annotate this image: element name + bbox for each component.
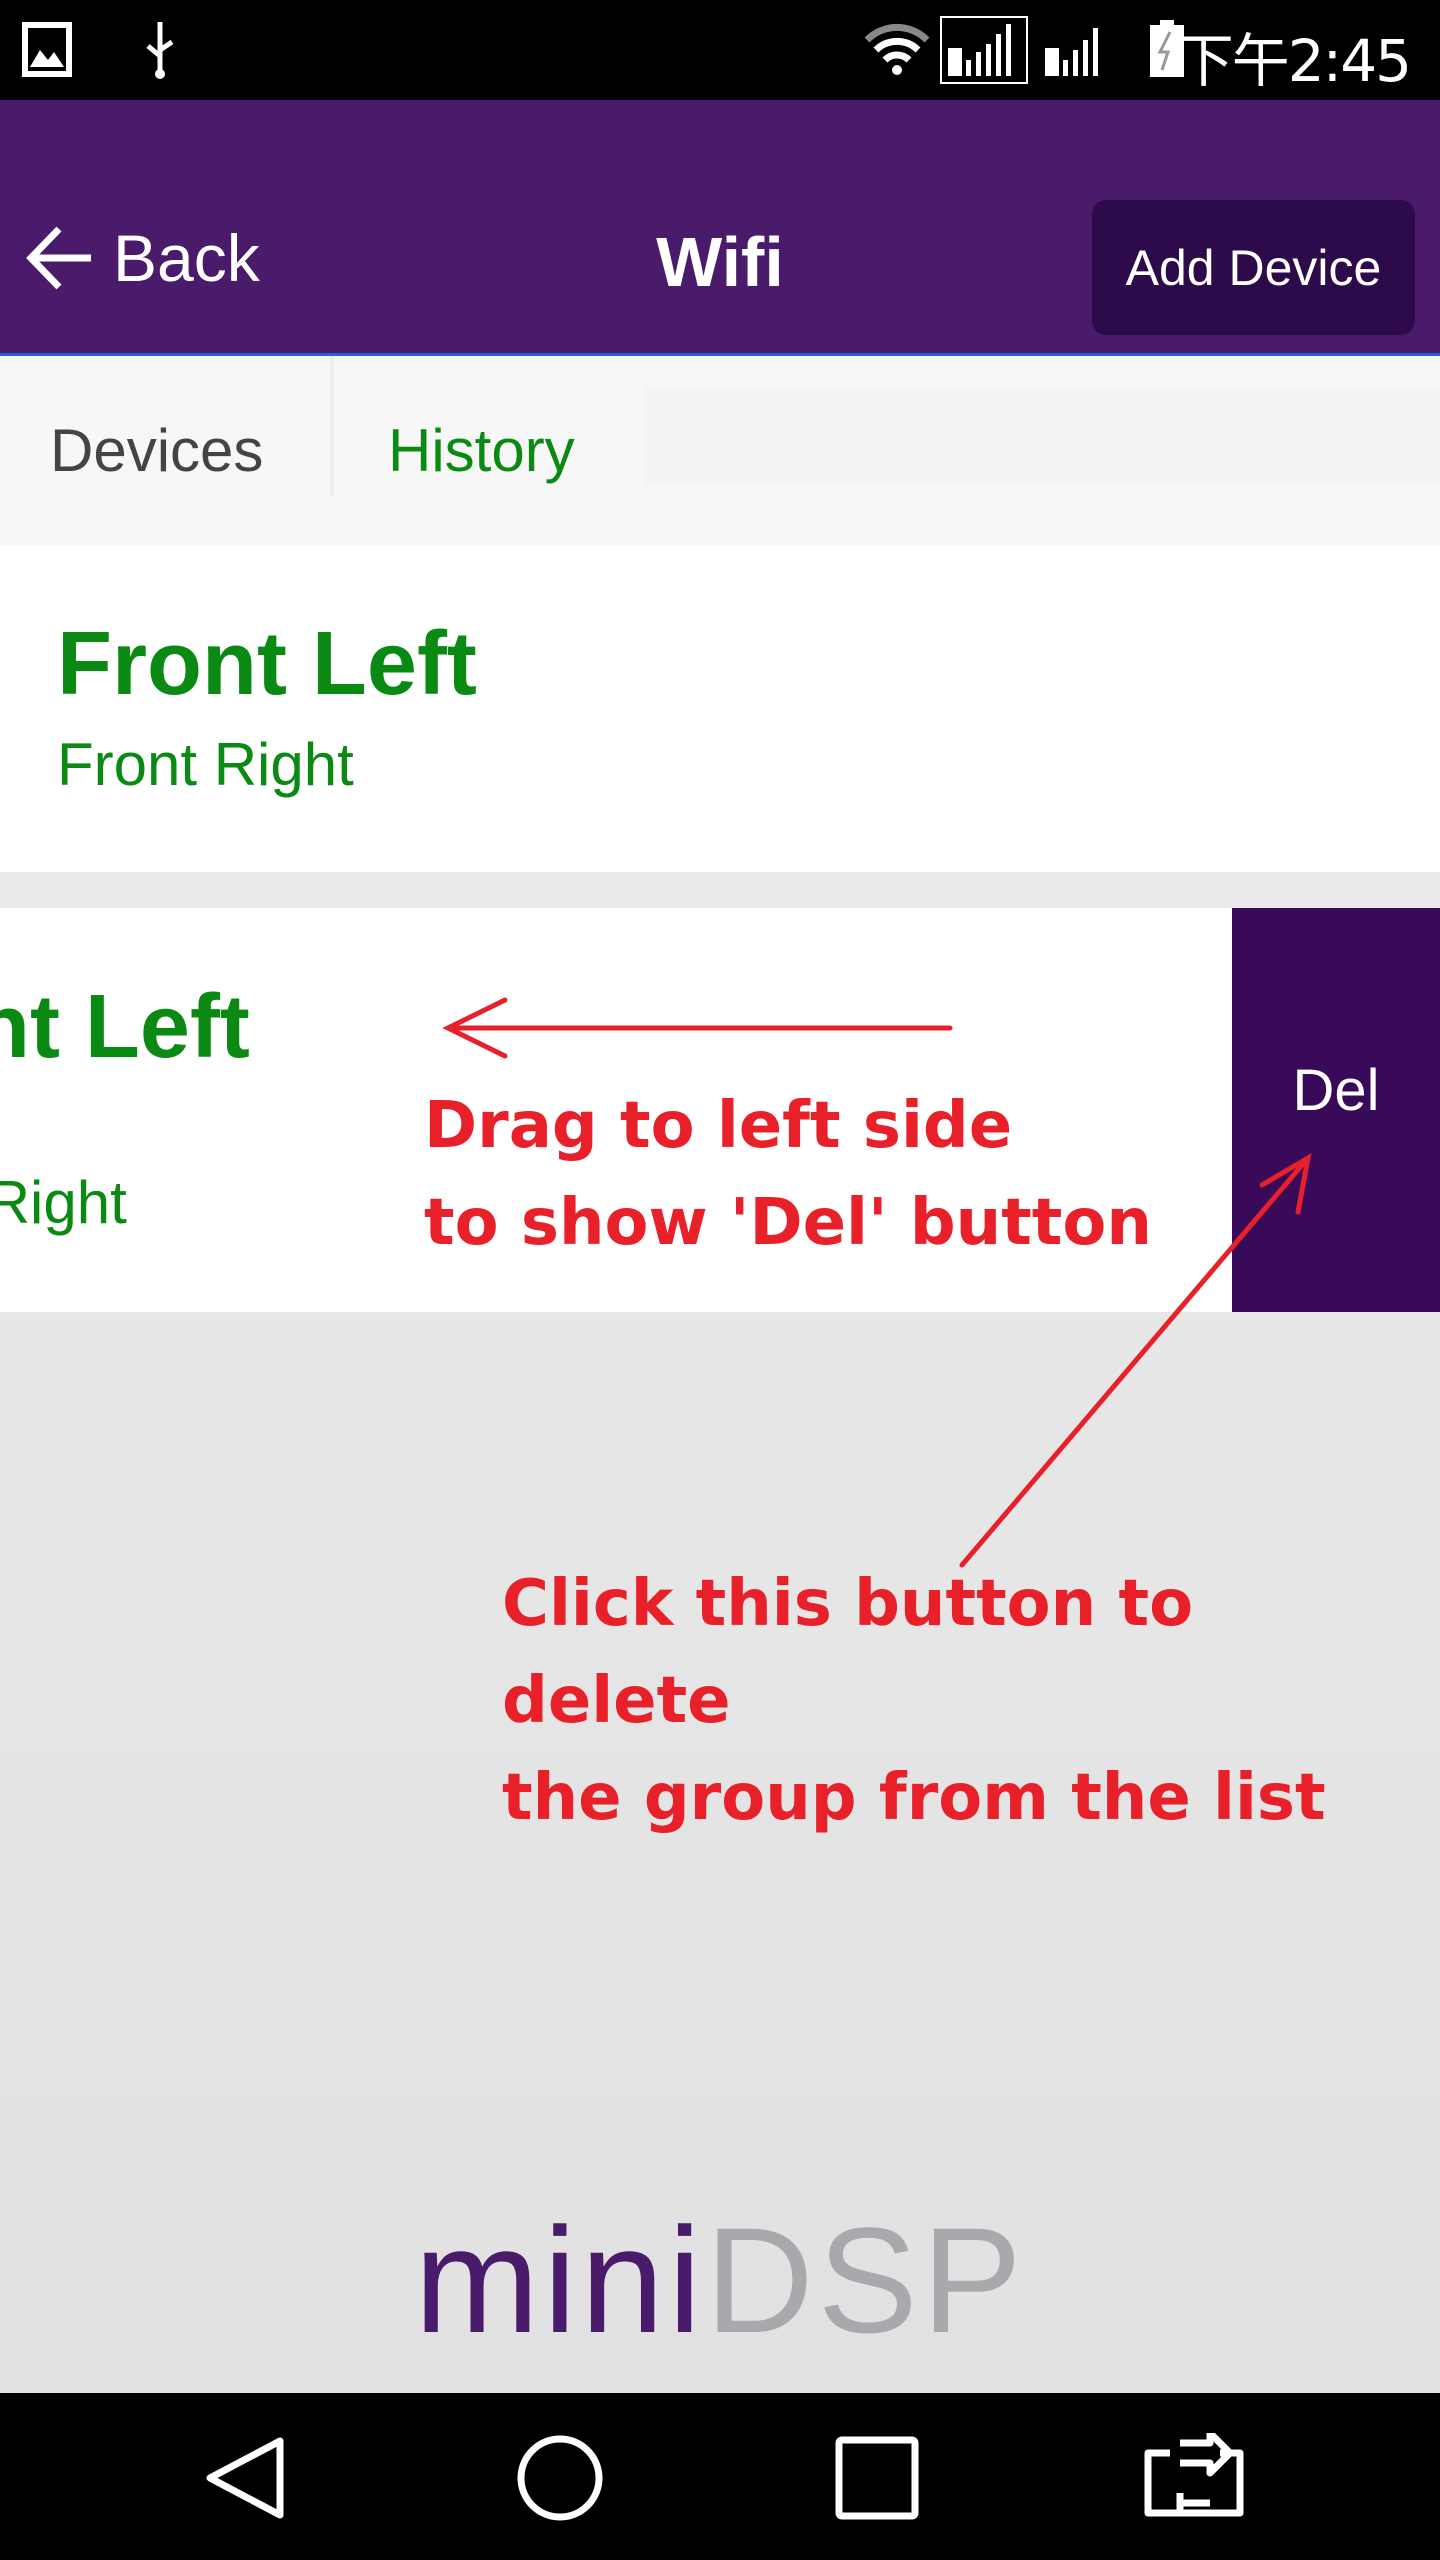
switch-icon[interactable] [1140,2433,1250,2523]
annotation-line: to show 'Del' button [424,1186,1152,1260]
annotation-drag: Drag to left side to show 'Del' button [424,1078,1152,1272]
annotation-click: Click this button to delete the group fr… [502,1556,1440,1847]
home-icon[interactable] [515,2433,605,2523]
status-bar: 下午2:45 [0,0,1440,100]
tab-devices[interactable]: Devices [50,416,263,485]
tab-divider [330,356,334,496]
list-item[interactable]: Front Left Front Right [0,545,1440,872]
annotation-line: the group from the list [502,1761,1326,1835]
annotation-line: Click this button to delete [502,1567,1194,1738]
clock: 下午2:45 [1175,27,1412,95]
annotation-line: Drag to left side [424,1089,1013,1163]
navigation-bar [0,2393,1440,2560]
wifi-icon [864,23,930,75]
tab-bar: Devices History [0,356,1440,545]
recents-icon[interactable] [832,2433,922,2523]
group-primary: Front Left [57,614,477,714]
usb-icon [146,22,174,79]
delete-button[interactable]: Del [1232,908,1440,1312]
group-secondary: Front Right [57,731,354,798]
group-primary: Front Left [0,977,250,1077]
minidsp-logo: miniDSP [414,2196,1026,2364]
group-secondary: Front Right [0,1169,127,1236]
tab-history[interactable]: History [388,416,575,485]
sim1-signal-icon [940,16,1028,84]
add-device-button[interactable]: Add Device [1092,200,1415,335]
sim2-signal-icon [1045,28,1098,76]
app-header: Back Wifi Add Device [0,100,1440,356]
image-icon [22,22,72,77]
tab-spacer [645,386,1440,486]
back-icon[interactable] [200,2433,290,2523]
